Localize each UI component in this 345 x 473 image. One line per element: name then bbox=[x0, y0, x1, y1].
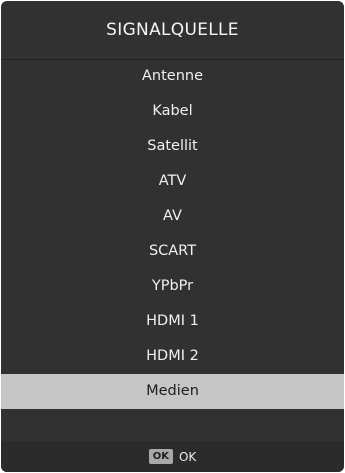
source-item-scart[interactable]: SCART bbox=[1, 234, 344, 269]
source-item-hdmi-2[interactable]: HDMI 2 bbox=[1, 339, 344, 374]
source-item-atv[interactable]: ATV bbox=[1, 164, 344, 199]
source-list: Antenne Kabel Satellit ATV AV SCART YPbP… bbox=[1, 59, 344, 409]
menu-footer: OK OK bbox=[1, 441, 344, 472]
signal-source-menu: SIGNALQUELLE Antenne Kabel Satellit ATV … bbox=[1, 1, 344, 472]
menu-header: SIGNALQUELLE bbox=[1, 1, 344, 60]
ok-key-icon: OK bbox=[148, 449, 173, 464]
source-item-hdmi-1[interactable]: HDMI 1 bbox=[1, 304, 344, 339]
source-item-ypbpr[interactable]: YPbPr bbox=[1, 269, 344, 304]
source-item-kabel[interactable]: Kabel bbox=[1, 94, 344, 129]
source-item-antenne[interactable]: Antenne bbox=[1, 59, 344, 94]
ok-hint-label[interactable]: OK bbox=[179, 450, 196, 464]
source-item-satellit[interactable]: Satellit bbox=[1, 129, 344, 164]
menu-title: SIGNALQUELLE bbox=[106, 20, 239, 40]
source-item-medien[interactable]: Medien bbox=[1, 374, 344, 409]
source-item-av[interactable]: AV bbox=[1, 199, 344, 234]
